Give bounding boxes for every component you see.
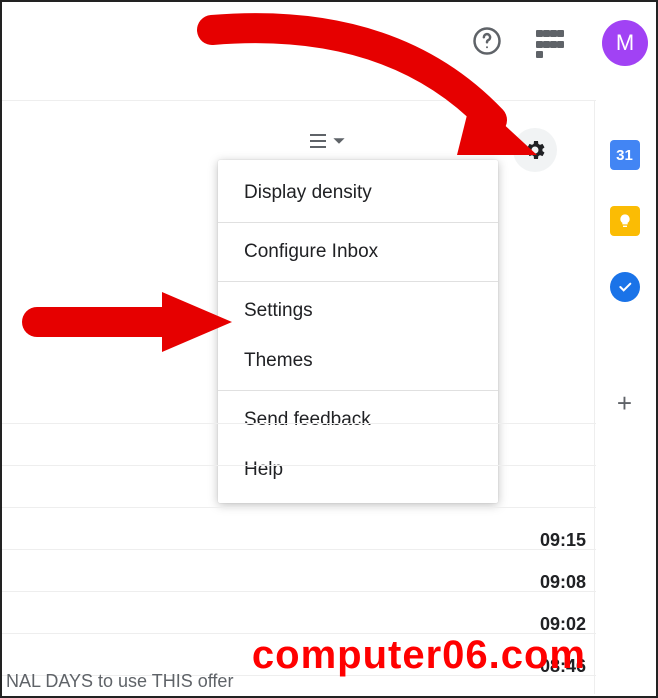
annotation-arrow-settings — [22, 287, 242, 357]
menu-item-themes[interactable]: Themes — [218, 336, 498, 386]
apps-icon[interactable] — [532, 26, 568, 62]
divider — [218, 222, 498, 223]
email-row[interactable] — [2, 508, 596, 550]
keep-icon[interactable] — [610, 206, 640, 236]
divider — [2, 100, 596, 101]
email-row[interactable] — [2, 592, 596, 634]
email-row[interactable] — [2, 550, 596, 592]
tasks-icon[interactable] — [610, 272, 640, 302]
email-time: 09:02 — [540, 614, 586, 635]
gear-icon — [523, 138, 547, 162]
email-time: 09:08 — [540, 572, 586, 593]
account-avatar[interactable]: M — [602, 20, 648, 66]
watermark-text: computer06.com — [252, 633, 586, 678]
email-row[interactable] — [2, 382, 596, 424]
help-icon[interactable] — [472, 26, 508, 62]
email-row[interactable] — [2, 424, 596, 466]
settings-gear-button[interactable] — [513, 128, 557, 172]
calendar-icon[interactable]: 31 — [610, 140, 640, 170]
add-addon-button[interactable]: + — [610, 388, 640, 418]
avatar-letter: M — [616, 30, 634, 56]
menu-item-display-density[interactable]: Display density — [218, 168, 498, 218]
email-list-area — [2, 382, 596, 676]
side-panel: 31 + — [594, 100, 654, 694]
partial-email-text: NAL DAYS to use THIS offer — [6, 671, 233, 692]
menu-item-configure-inbox[interactable]: Configure Inbox — [218, 227, 498, 277]
split-pane-toggle[interactable] — [310, 134, 346, 148]
divider — [218, 281, 498, 282]
email-time: 09:15 — [540, 530, 586, 551]
menu-item-settings[interactable]: Settings — [218, 286, 498, 336]
email-row[interactable] — [2, 466, 596, 508]
gmail-screenshot: M Display density Configure Inbox Settin… — [0, 0, 658, 698]
